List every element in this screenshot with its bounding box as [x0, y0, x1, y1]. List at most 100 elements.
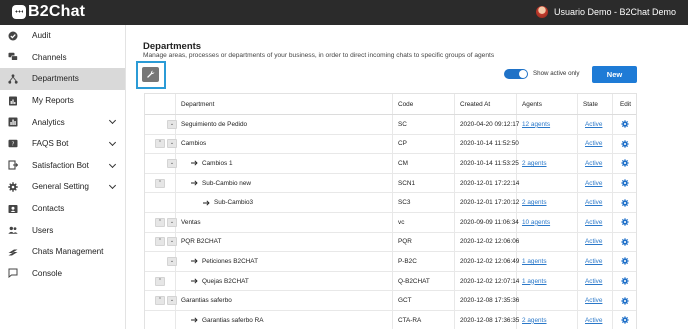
created-at: 2020-09-09 11:06:34 [460, 218, 519, 226]
edit-button[interactable] [621, 272, 629, 291]
column-divider [577, 232, 578, 252]
reorder-controls: ⌄ [155, 115, 179, 134]
created-at: 2020-10-14 11:52:50 [460, 140, 519, 148]
state-link[interactable]: Active [585, 311, 602, 329]
user-menu[interactable]: Usuario Demo - B2Chat Demo [535, 6, 676, 18]
agents-link[interactable]: 1 agents [522, 272, 547, 291]
column-divider [175, 193, 176, 212]
reorder-controls: ⌃ ⌄ [155, 135, 179, 154]
edit-button[interactable] [621, 213, 629, 232]
agents-link[interactable]: 2 agents [522, 154, 547, 173]
column-divider [612, 310, 613, 329]
table-row: ⌃ ⌄ Ventas vc 2020-09-09 11:06:34 10 agents Ac… [145, 212, 636, 233]
edit-button[interactable] [621, 291, 629, 310]
move-down-button[interactable]: ⌄ [167, 119, 177, 129]
show-active-toggle[interactable] [504, 69, 528, 79]
state-link[interactable]: Active [585, 252, 602, 271]
column-divider [392, 134, 393, 154]
column-divider [577, 193, 578, 212]
sidebar-item-users[interactable]: Users [0, 219, 125, 241]
move-up-button[interactable]: ⌃ [155, 178, 165, 188]
column-divider [612, 154, 613, 173]
move-down-button[interactable]: ⌄ [167, 139, 177, 149]
department-code: vc [398, 218, 405, 226]
top-bar: B2Chat Usuario Demo - B2Chat Demo [0, 0, 688, 25]
edit-button[interactable] [621, 174, 629, 193]
column-divider [454, 252, 455, 271]
agents-link[interactable]: 2 agents [522, 193, 547, 212]
edit-button[interactable] [621, 135, 629, 154]
column-divider [392, 291, 393, 310]
arrow-right-icon [191, 180, 198, 186]
state-link[interactable]: Active [585, 115, 602, 134]
state-link[interactable]: Active [585, 291, 602, 310]
sidebar-item-contacts[interactable]: Contacts [0, 198, 125, 220]
state-link[interactable]: Active [585, 213, 602, 232]
sidebar-item-my-reports[interactable]: My Reports [0, 90, 125, 112]
agents-link[interactable]: 2 agents [522, 311, 547, 329]
column-divider [577, 134, 578, 154]
gear-icon [621, 179, 629, 187]
move-up-button[interactable]: ⌃ [155, 139, 165, 149]
chevron-down-icon[interactable] [108, 160, 117, 168]
sidebar-item-faqs-bot[interactable]: ? FAQS Bot [0, 133, 125, 155]
reorder-controls: ⌃ ⌄ [155, 213, 179, 232]
column-divider [454, 193, 455, 212]
b2chat-logo[interactable]: B2Chat [12, 3, 85, 21]
created-at: 2020-12-02 12:06:06 [460, 238, 520, 246]
agents-link[interactable]: 1 agents [522, 252, 547, 271]
edit-button[interactable] [621, 252, 629, 271]
chevron-down-icon[interactable] [108, 117, 117, 125]
agents-link[interactable]: 10 agents [522, 213, 550, 232]
new-button[interactable]: New [592, 66, 637, 83]
department-name: Sub-Cambio new [191, 174, 251, 193]
move-down-button[interactable]: ⌄ [167, 237, 177, 247]
column-divider [612, 134, 613, 154]
sidebar-item-label: Departments [32, 74, 79, 84]
state-link[interactable]: Active [585, 135, 602, 154]
avatar [535, 6, 548, 18]
move-down-button[interactable]: ⌄ [167, 296, 177, 306]
edit-button[interactable] [621, 154, 629, 173]
state-link[interactable]: Active [585, 174, 602, 193]
contact-card-icon [8, 204, 18, 214]
sidebar-item-console[interactable]: Console [0, 263, 125, 285]
edit-button[interactable] [621, 115, 629, 134]
gear-icon [621, 296, 629, 305]
column-divider [612, 232, 613, 252]
move-down-button[interactable]: ⌄ [167, 158, 177, 168]
move-down-button[interactable]: ⌄ [167, 217, 177, 227]
sidebar-item-channels[interactable]: Channels [0, 47, 125, 69]
sidebar-item-analytics[interactable]: Analytics [0, 111, 125, 133]
edit-button[interactable] [621, 193, 629, 212]
sidebar-item-departments[interactable]: Departments [0, 68, 125, 90]
chevron-down-icon[interactable] [108, 182, 117, 190]
move-up-button[interactable]: ⌃ [155, 296, 165, 306]
sidebar-item-audit[interactable]: Audit [0, 25, 125, 47]
move-up-button[interactable]: ⌃ [155, 217, 165, 227]
move-down-button[interactable]: ⌄ [167, 256, 177, 266]
column-divider [175, 310, 176, 329]
created-at: 2020-04-20 09:12:17 [460, 120, 520, 128]
org-tree-icon [8, 74, 18, 84]
edit-button[interactable] [621, 233, 629, 252]
state-link[interactable]: Active [585, 272, 602, 291]
move-up-button[interactable]: ⌃ [155, 237, 165, 247]
table-row: Garantias saferbo RA CTA-RA 2020-12-08 17:… [145, 310, 636, 329]
state-link[interactable]: Active [585, 193, 602, 212]
state-link[interactable]: Active [585, 233, 602, 252]
sidebar-item-chats-management[interactable]: Chats Management [0, 241, 125, 263]
chevron-down-icon[interactable] [108, 138, 117, 147]
state-link[interactable]: Active [585, 154, 602, 173]
table-header: Department Code Created At Agents State Edit [145, 94, 636, 115]
check-circle-icon [8, 31, 18, 41]
reorder-tool-button[interactable] [142, 67, 159, 82]
edit-button[interactable] [621, 311, 629, 329]
agents-link[interactable]: 12 agents [522, 115, 550, 134]
created-at: 2020-12-01 17:22:14 [460, 179, 520, 187]
sidebar-item-general-setting[interactable]: General Setting [0, 176, 125, 198]
department-name: Sub-Cambio3 [203, 193, 253, 212]
department-label: Seguimiento de Pedido [181, 120, 248, 128]
sidebar-item-satisfaction-bot[interactable]: Satisfaction Bot [0, 155, 125, 177]
move-up-button[interactable]: ⌃ [155, 276, 165, 286]
